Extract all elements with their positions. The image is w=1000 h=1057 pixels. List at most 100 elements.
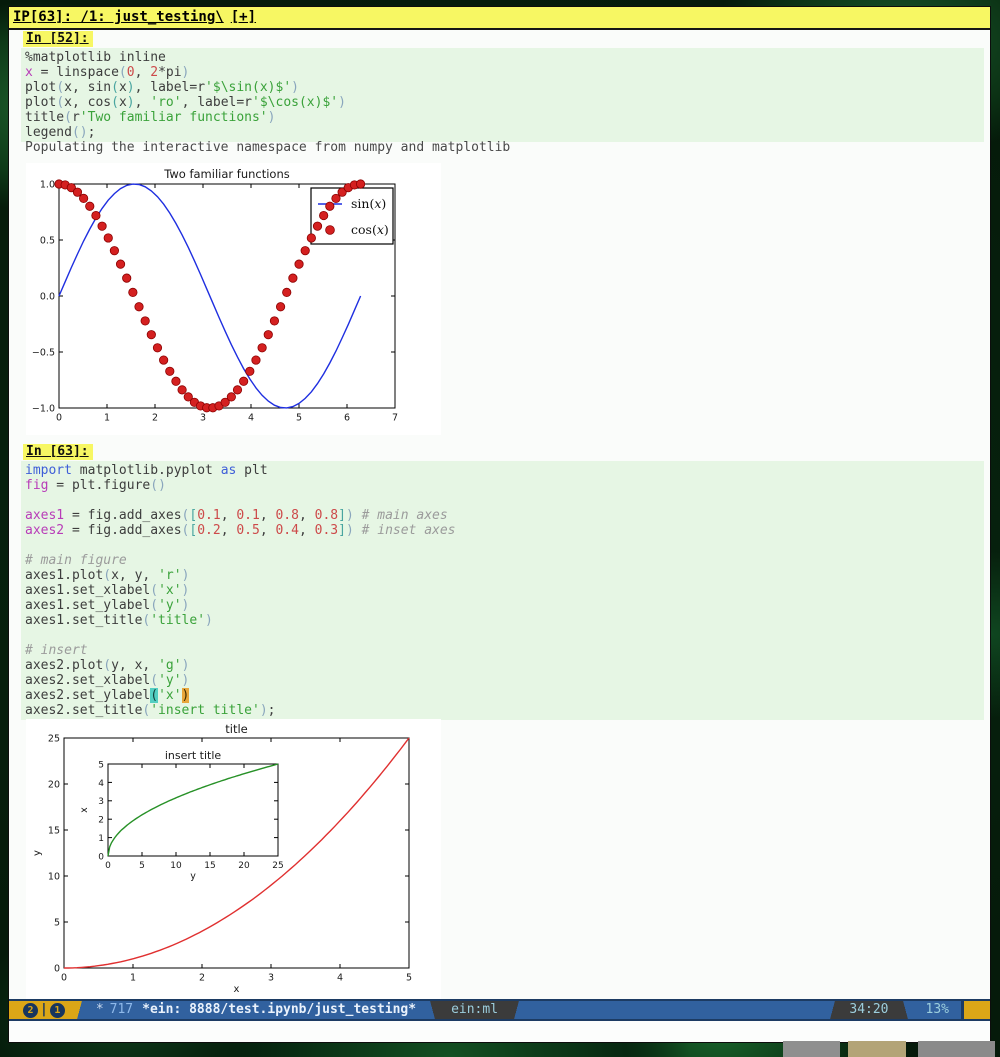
code-token: 'x' (158, 688, 181, 703)
code-token: , label=r (182, 95, 252, 110)
code-token: axes2.set_title (25, 703, 142, 718)
code-token: axes1.plot (25, 568, 103, 583)
scroll-percent: 13% (912, 1001, 961, 1019)
code-token (354, 523, 362, 538)
code-line (25, 628, 984, 643)
workspace-badge-1[interactable]: 1 (50, 1003, 65, 1018)
code-token: ) (182, 583, 190, 598)
x-tick-label: 5 (139, 861, 145, 871)
data-point-cos (123, 274, 131, 282)
code-line: legend(); (25, 125, 984, 140)
data-point-cos (276, 303, 284, 311)
code-token: 'r' (158, 568, 181, 583)
code-line: axes2.set_title('insert title'); (25, 703, 984, 718)
background-window-button[interactable] (783, 1041, 840, 1057)
x-tick-label: 25 (272, 861, 283, 871)
x-tick-label: 1 (104, 413, 110, 424)
buffer-name[interactable]: *ein: 8888/test.ipynb/just_testing* (142, 1001, 426, 1019)
notebook-header-bar: IP[63]: /1: just_testing\ [+] (9, 7, 990, 30)
code-line: # insert (25, 643, 984, 658)
workspace-separator: | (40, 1001, 48, 1019)
code-token: x, cos (64, 95, 111, 110)
data-point-cos (129, 288, 137, 296)
data-point-cos (233, 386, 241, 394)
code-line: # main figure (25, 553, 984, 568)
scroll-percent-segment: 13% (912, 1001, 961, 1019)
code-token: matplotlib.pyplot (72, 463, 221, 478)
code-token: 0.5 (236, 523, 259, 538)
x-tick-label: 15 (204, 861, 215, 871)
data-point-cos (258, 344, 266, 352)
y-tick-label: 5 (54, 918, 60, 929)
code-token: x (119, 95, 127, 110)
code-token: ] (338, 523, 346, 538)
powerline-separator (899, 1001, 912, 1019)
data-point-cos (264, 330, 272, 338)
inset-y-axis-label: x (79, 807, 90, 813)
y-tick-label: −0.5 (32, 348, 55, 359)
code-token: # inset axes (362, 523, 456, 538)
legend-label: cos(x) (351, 222, 389, 237)
code-token: 0 (127, 65, 135, 80)
x-tick-label: 5 (406, 973, 412, 984)
new-tab-button[interactable]: [+] (231, 9, 256, 25)
code-token: ; (88, 125, 96, 140)
minibuffer-echo-area[interactable] (9, 1021, 990, 1042)
code-line: axes2.set_ylabel('x') (25, 688, 984, 703)
code-token: axes1 (25, 508, 64, 523)
y-tick-label: 1 (98, 834, 104, 844)
data-point-cos (301, 246, 309, 254)
x-axis-label: x (234, 984, 240, 995)
desktop: { "header": { "title": "IP[63]: /1: just… (0, 0, 1000, 1057)
code-token: x, sin (64, 80, 111, 95)
code-token: x, y, (111, 568, 158, 583)
title-insert-plot: 0123450510152025titlexy0510152025012345i… (26, 719, 441, 999)
y-axis-label: y (32, 850, 43, 856)
y-tick-label: 10 (48, 872, 60, 883)
cell-1-output-text: Populating the interactive namespace fro… (25, 140, 510, 155)
code-token: , (221, 523, 237, 538)
workspace-segment[interactable]: 2|1 (9, 1001, 73, 1019)
plot-title: Two familiar functions (163, 167, 290, 181)
code-token: x (25, 65, 33, 80)
code-cell-1[interactable]: %matplotlib inlinex = linspace(0, 2*pi)p… (21, 48, 984, 142)
cell-prompt-in52: In [52]: (23, 31, 93, 47)
y-tick-label: 3 (98, 797, 104, 807)
code-token: = fig.add_axes (64, 523, 181, 538)
code-token: ( (150, 478, 158, 493)
code-cell-2[interactable]: import matplotlib.pyplot as pltfig = plt… (21, 461, 984, 720)
background-window-button[interactable] (918, 1041, 995, 1057)
y-tick-label: 20 (48, 780, 60, 791)
code-line: axes1.set_ylabel('y') (25, 598, 984, 613)
code-token: 0.2 (197, 523, 220, 538)
code-token: axes2.set_xlabel (25, 673, 150, 688)
sin-cos-plot: 01234567−1.0−0.50.00.51.0Two familiar fu… (26, 163, 441, 435)
code-token: , (135, 95, 151, 110)
code-token: ) (80, 125, 88, 140)
code-token: *pi (158, 65, 181, 80)
code-token: # main axes (362, 508, 448, 523)
axes-frame (108, 764, 278, 856)
workspace-badge-2[interactable]: 2 (23, 1003, 38, 1018)
background-window-button[interactable] (848, 1041, 906, 1057)
legend-label: sin(x) (351, 196, 386, 211)
code-token: ( (64, 110, 72, 125)
figure-title-insert: 0123450510152025titlexy0510152025012345i… (26, 719, 441, 999)
modified-indicator: * (86, 1001, 110, 1019)
code-token: ) (291, 80, 299, 95)
code-token: ( (111, 95, 119, 110)
code-token: plot (25, 80, 56, 95)
code-token: ( (72, 125, 80, 140)
code-token: 0.8 (315, 508, 338, 523)
code-token: 'y' (158, 673, 181, 688)
notebook-title: IP[63]: /1: just_testing\ (13, 9, 224, 25)
code-token: ( (150, 688, 158, 703)
major-mode-segment[interactable]: ein:ml (439, 1001, 510, 1019)
code-token: fig (25, 478, 48, 493)
inset-x-axis-label: y (190, 871, 196, 882)
y-tick-label: 25 (48, 734, 60, 745)
cursor-position-segment: 34:20 (839, 1001, 898, 1019)
major-mode-label[interactable]: ein:ml (439, 1001, 510, 1019)
code-token: %matplotlib inline (25, 50, 166, 65)
plot-title: title (225, 722, 247, 736)
